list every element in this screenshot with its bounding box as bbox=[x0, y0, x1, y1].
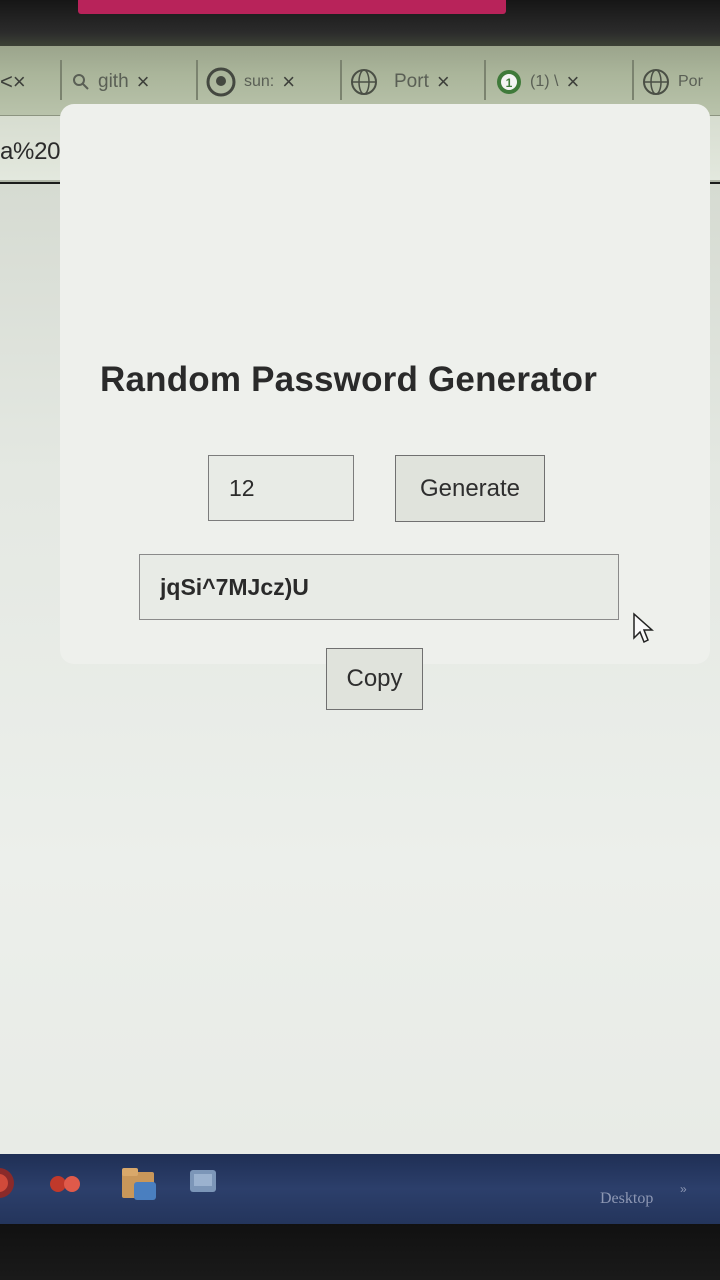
monitor-bezel-top bbox=[0, 0, 720, 46]
close-icon[interactable]: × bbox=[566, 69, 579, 95]
close-icon[interactable]: × bbox=[437, 69, 450, 95]
globe-icon bbox=[642, 68, 670, 96]
tab-separator bbox=[632, 60, 634, 100]
tab-partial[interactable]: <× bbox=[0, 64, 26, 100]
file-explorer-icon[interactable] bbox=[118, 1162, 160, 1209]
tab-label: Port bbox=[394, 71, 429, 92]
desktop-toolbar-label[interactable]: Desktop bbox=[600, 1190, 653, 1208]
close-icon[interactable]: × bbox=[282, 69, 295, 95]
tab-github-search[interactable]: gith × bbox=[72, 64, 150, 100]
app-window-icon[interactable] bbox=[186, 1164, 220, 1203]
tab-label: gith bbox=[98, 71, 129, 92]
tab-separator bbox=[484, 60, 486, 100]
tab-portfolio[interactable]: Port × bbox=[350, 64, 450, 100]
tab-separator bbox=[60, 60, 62, 100]
tab-label: (1) \ bbox=[530, 73, 559, 90]
start-button-icon[interactable] bbox=[0, 1166, 16, 1205]
page-title: Random Password Generator bbox=[100, 360, 598, 399]
svg-text:1: 1 bbox=[506, 76, 513, 90]
globe-icon bbox=[350, 68, 378, 96]
media-player-icon[interactable] bbox=[48, 1174, 82, 1199]
tab-portfolio-2[interactable]: Por bbox=[642, 64, 703, 100]
tab-label: sun: bbox=[244, 73, 275, 90]
os-taskbar: Desktop » bbox=[0, 1154, 720, 1224]
search-icon bbox=[72, 73, 90, 91]
copy-button[interactable]: Copy bbox=[326, 648, 423, 710]
close-icon[interactable]: <× bbox=[0, 69, 26, 95]
mouse-cursor-icon bbox=[632, 612, 656, 651]
whatsapp-icon: 1 bbox=[496, 69, 522, 95]
tab-github[interactable]: sun: × bbox=[206, 64, 295, 100]
monitor-bezel-bottom bbox=[0, 1224, 720, 1280]
tab-whatsapp[interactable]: 1 (1) \ × bbox=[496, 64, 579, 100]
generate-button[interactable]: Generate bbox=[395, 455, 545, 522]
github-icon bbox=[206, 67, 236, 97]
tab-separator bbox=[340, 60, 342, 100]
tab-separator bbox=[196, 60, 198, 100]
window-edge-strip bbox=[78, 0, 506, 14]
chevron-right-icon[interactable]: » bbox=[680, 1182, 687, 1196]
close-icon[interactable]: × bbox=[137, 69, 150, 95]
password-output-field[interactable] bbox=[139, 554, 619, 620]
tab-label: Por bbox=[678, 73, 703, 90]
password-length-input[interactable] bbox=[208, 455, 354, 521]
